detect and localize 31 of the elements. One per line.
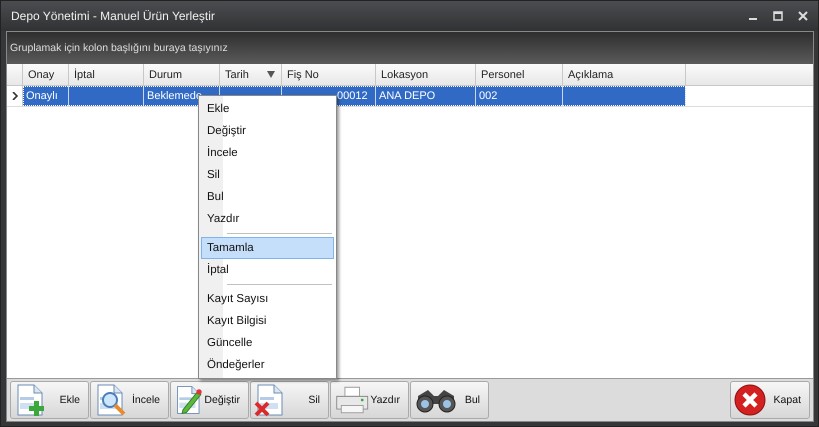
table-cell: 00012 bbox=[337, 90, 368, 102]
menu-item[interactable]: İncele bbox=[201, 142, 334, 164]
menu-item[interactable]: İptal bbox=[201, 259, 334, 281]
menu-item[interactable]: Tamamla bbox=[201, 237, 334, 259]
menu-item[interactable]: Kayıt Sayısı bbox=[201, 288, 334, 310]
menu-item[interactable]: Bul bbox=[201, 186, 334, 208]
menu-item[interactable]: Sil bbox=[201, 164, 334, 186]
maximize-icon[interactable] bbox=[773, 11, 783, 21]
close-icon bbox=[734, 384, 766, 416]
toolbar-button[interactable]: Yazdır bbox=[330, 381, 409, 419]
toolbar-button[interactable]: Değiştir bbox=[170, 381, 249, 419]
header-corner bbox=[7, 64, 23, 86]
menu-item[interactable]: Güncelle bbox=[201, 332, 334, 354]
window-title: Depo Yönetimi - Manuel Ürün Yerleştir bbox=[11, 9, 215, 23]
table-cell: 002 bbox=[479, 90, 498, 102]
toolbar-button[interactable]: Bul bbox=[410, 381, 489, 419]
table-cell: Onaylı bbox=[26, 90, 58, 102]
menu-item[interactable]: Öndeğerler bbox=[201, 354, 334, 376]
printer-icon bbox=[334, 384, 370, 416]
toolbar-button[interactable]: İncele bbox=[90, 381, 169, 419]
table-cell: ANA DEPO bbox=[379, 90, 436, 102]
table-cell: Beklemede bbox=[147, 90, 202, 102]
close-icon[interactable] bbox=[798, 11, 808, 21]
menu-item[interactable]: Yazdır bbox=[201, 208, 334, 230]
close-button[interactable]: Kapat bbox=[730, 381, 810, 419]
menu-item[interactable]: Değiştir bbox=[201, 120, 334, 142]
document-icon bbox=[174, 383, 204, 417]
menu-item[interactable]: Kayıt Bilgisi bbox=[201, 310, 334, 332]
toolbar-button[interactable]: Sil bbox=[250, 381, 329, 419]
group-hint: Gruplamak için kolon başlığını buraya taşıyınız bbox=[10, 42, 228, 54]
toolbar-button[interactable]: Ekle bbox=[10, 381, 89, 419]
